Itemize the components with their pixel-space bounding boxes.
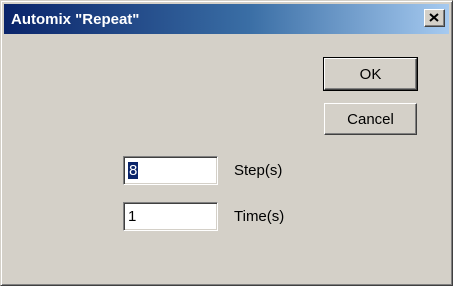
times-input[interactable]: 1 [123, 202, 218, 231]
cancel-button[interactable]: Cancel [324, 103, 417, 135]
times-value: 1 [128, 208, 137, 225]
ok-button[interactable]: OK [323, 57, 418, 91]
times-label: Time(s) [234, 208, 285, 225]
automix-repeat-dialog: Automix "Repeat" OK Cancel 8 Step(s) 1 T… [0, 0, 453, 286]
steps-value: 8 [128, 162, 139, 179]
close-icon [429, 13, 439, 22]
steps-input[interactable]: 8 [123, 156, 218, 185]
steps-label: Step(s) [234, 162, 283, 179]
dialog-title: Automix "Repeat" [11, 11, 140, 28]
title-bar[interactable]: Automix "Repeat" [4, 4, 449, 34]
close-button[interactable] [424, 9, 445, 27]
